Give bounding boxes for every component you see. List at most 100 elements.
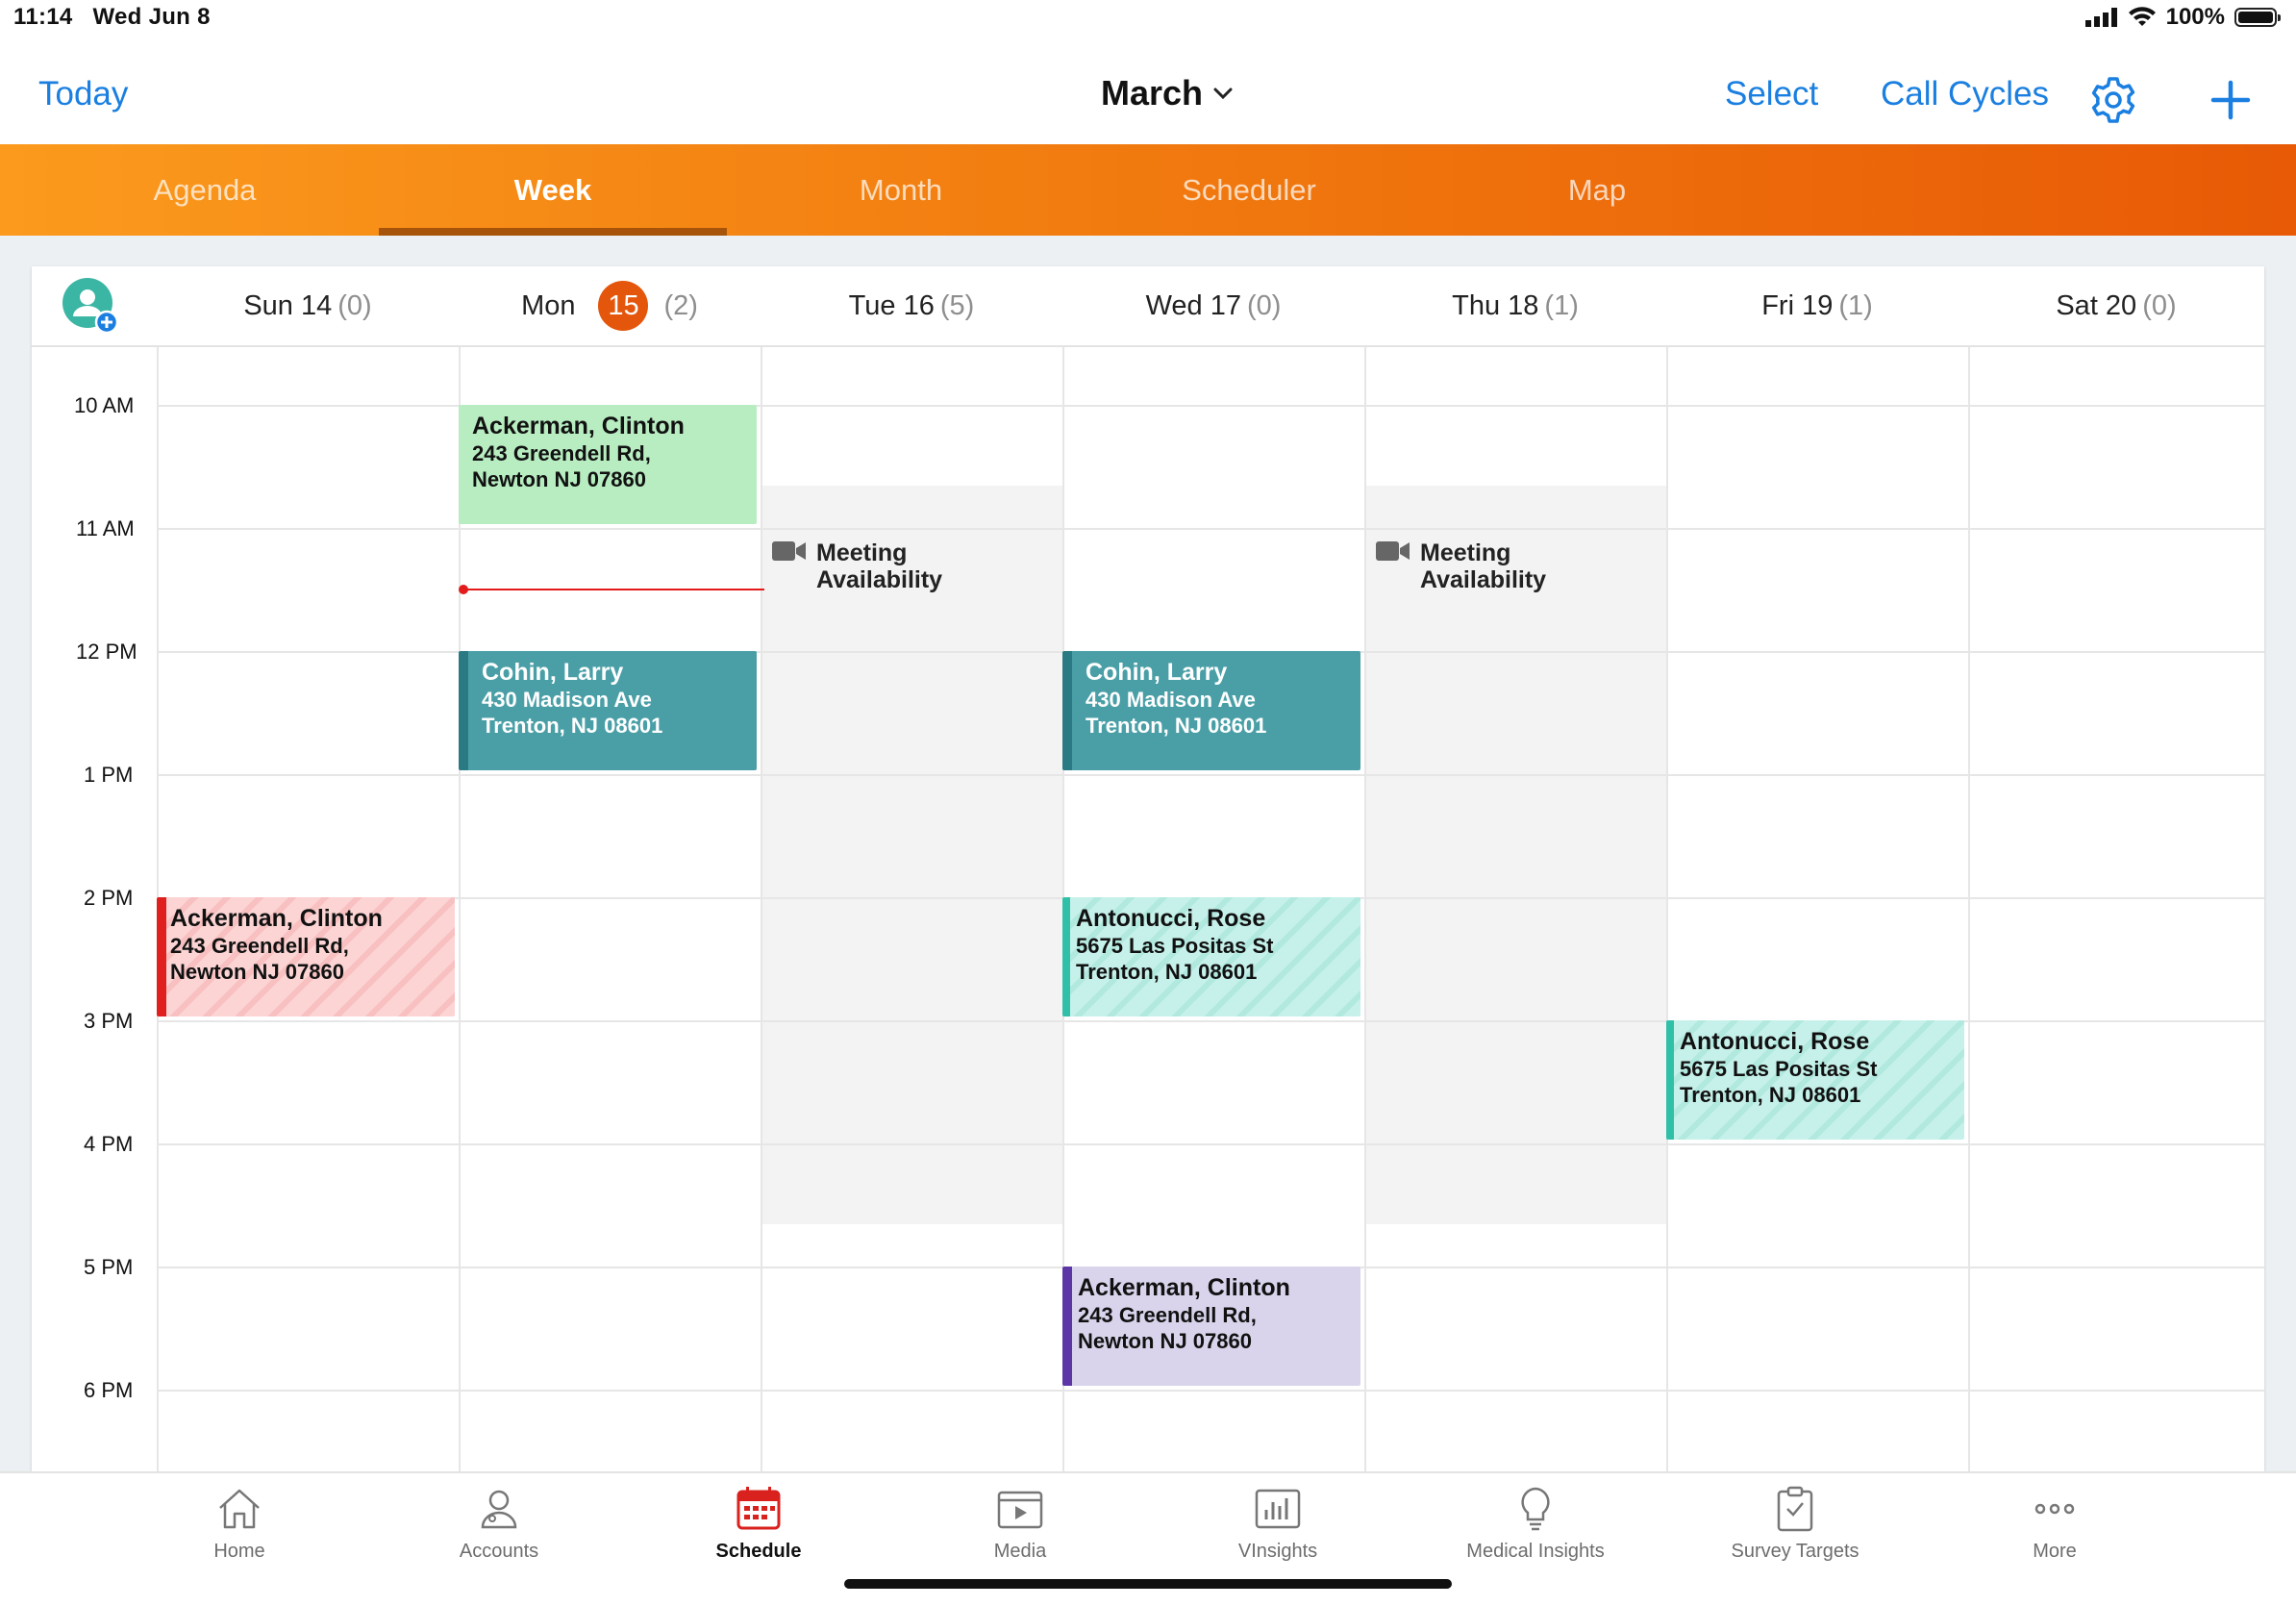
more-icon xyxy=(2034,1503,2075,1515)
bottom-tab-label: Home xyxy=(213,1541,265,1562)
event-ackerman-mon[interactable]: Ackerman, Clinton 243 Greendell Rd, Newt… xyxy=(459,405,757,524)
meeting-label: Meeting xyxy=(1420,540,1511,566)
nav-bar: Today March Select Call Cycles xyxy=(0,38,2296,144)
month-picker[interactable]: March xyxy=(1101,73,1234,113)
battery-icon xyxy=(2234,8,2281,27)
chevron-down-icon xyxy=(1213,88,1233,100)
wifi-icon xyxy=(2128,7,2156,26)
bottom-tab-schedule[interactable]: Schedule xyxy=(629,1473,888,1579)
tab-scheduler[interactable]: Scheduler xyxy=(1075,144,1423,236)
event-cohin-mon[interactable]: Cohin, Larry 430 Madison Ave Trenton, NJ… xyxy=(459,651,757,770)
event-ackerman-sun[interactable]: Ackerman, Clinton 243 Greendell Rd, Newt… xyxy=(157,897,455,1016)
time-label: 5 PM xyxy=(84,1255,134,1279)
call-cycles-button[interactable]: Call Cycles xyxy=(1881,75,2049,113)
bottom-tab-label: More xyxy=(2033,1541,2077,1562)
day-header-tue[interactable]: Tue 16 (5) xyxy=(761,266,1062,345)
day-header-fri[interactable]: Fri 19 (1) xyxy=(1666,266,1968,345)
event-name: Ackerman, Clinton xyxy=(170,905,383,932)
gear-icon[interactable] xyxy=(2086,73,2140,127)
lightbulb-icon xyxy=(1521,1487,1550,1531)
event-city: Trenton, NJ 08601 xyxy=(482,714,663,738)
day-header-sat[interactable]: Sat 20 (0) xyxy=(1968,266,2264,345)
time-label: 10 AM xyxy=(74,393,135,417)
bottom-tab-label: VInsights xyxy=(1237,1541,1318,1562)
month-title: March xyxy=(1101,73,1204,113)
bottom-tab-media[interactable]: Media xyxy=(890,1473,1150,1579)
status-right: 100% xyxy=(2084,4,2281,31)
today-button[interactable]: Today xyxy=(38,75,128,113)
bottom-tab-survey-targets[interactable]: Survey Targets xyxy=(1665,1473,1925,1579)
availability-block-tue xyxy=(761,486,1062,1224)
clipboard-icon xyxy=(1777,1486,1813,1532)
select-button[interactable]: Select xyxy=(1725,75,1818,113)
event-name: Cohin, Larry xyxy=(1086,659,1228,686)
time-label: 12 PM xyxy=(76,640,137,664)
day-header-wed[interactable]: Wed 17 (0) xyxy=(1062,266,1364,345)
status-time: 11:14 Wed Jun 8 xyxy=(13,4,211,30)
bottom-tab-home[interactable]: Home xyxy=(110,1473,369,1579)
event-city: Trenton, NJ 08601 xyxy=(1680,1083,1861,1107)
bottom-tab-more[interactable]: More xyxy=(1925,1473,2184,1579)
plus-icon[interactable] xyxy=(2204,73,2258,127)
event-address: 243 Greendell Rd, xyxy=(170,934,349,958)
calendar-icon xyxy=(736,1487,781,1530)
event-cohin-wed[interactable]: Cohin, Larry 430 Madison Ave Trenton, NJ… xyxy=(1062,651,1360,770)
event-address: 5675 Las Positas St xyxy=(1680,1057,1878,1081)
event-city: Trenton, NJ 08601 xyxy=(1076,960,1258,984)
event-city: Newton NJ 07860 xyxy=(170,960,344,984)
meeting-sublabel: Availability xyxy=(1420,566,1547,593)
event-antonucci-wed[interactable]: Antonucci, Rose 5675 Las Positas St Tren… xyxy=(1062,897,1360,1016)
time-label: 1 PM xyxy=(84,763,134,787)
day-header-sun[interactable]: Sun 14 (0) xyxy=(157,266,459,345)
hour-line xyxy=(157,774,2264,776)
event-name: Antonucci, Rose xyxy=(1680,1028,1870,1055)
column-divider xyxy=(1968,347,1970,1471)
view-tabs: Agenda Week Month Scheduler Map xyxy=(0,144,2296,236)
column-divider xyxy=(761,347,762,1471)
event-name: Ackerman, Clinton xyxy=(472,413,685,439)
event-address: 243 Greendell Rd, xyxy=(472,441,651,465)
week-view: Sun 14 (0) Mon 15 (2) Tue 16 (5) Wed 17 (0… xyxy=(0,236,2296,1471)
accounts-icon xyxy=(481,1490,517,1529)
meeting-availability-thu[interactable]: Meeting Availability xyxy=(1376,540,1546,593)
tab-week[interactable]: Week xyxy=(379,144,727,236)
bottom-tab-vinsights[interactable]: VInsights xyxy=(1148,1473,1408,1579)
day-header-thu[interactable]: Thu 18 (1) xyxy=(1364,266,1666,345)
hour-line xyxy=(157,1143,2264,1145)
bottom-tab-label: Media xyxy=(993,1541,1047,1562)
event-name: Cohin, Larry xyxy=(482,659,624,686)
tab-agenda[interactable]: Agenda xyxy=(31,144,379,236)
chart-icon xyxy=(1255,1489,1301,1529)
time-label: 4 PM xyxy=(84,1132,134,1156)
day-header-mon[interactable]: Mon 15 (2) xyxy=(459,266,761,345)
user-add-icon[interactable] xyxy=(61,276,118,334)
media-icon xyxy=(997,1491,1043,1529)
tab-map[interactable]: Map xyxy=(1423,144,1771,236)
meeting-sublabel: Availability xyxy=(816,566,943,593)
week-calendar: Sun 14 (0) Mon 15 (2) Tue 16 (5) Wed 17 (0… xyxy=(32,266,2264,1471)
event-name: Antonucci, Rose xyxy=(1076,905,1266,932)
bottom-tab-label: Medical Insights xyxy=(1466,1541,1605,1562)
event-ackerman-wed[interactable]: Ackerman, Clinton 243 Greendell Rd, Newt… xyxy=(1062,1267,1360,1386)
current-time-dot xyxy=(459,585,468,594)
bottom-tab-label: Survey Targets xyxy=(1731,1541,1859,1562)
column-divider xyxy=(1364,347,1366,1471)
event-address: 243 Greendell Rd, xyxy=(1078,1303,1257,1327)
hour-line xyxy=(157,528,2264,530)
time-grid[interactable]: 10 AM 11 AM 12 PM 1 PM 2 PM 3 PM 4 PM 5 … xyxy=(32,347,2264,1471)
event-address: 5675 Las Positas St xyxy=(1076,934,1274,958)
today-badge: 15 xyxy=(598,281,649,331)
meeting-availability-tue[interactable]: Meeting Availability xyxy=(772,540,942,593)
event-antonucci-fri[interactable]: Antonucci, Rose 5675 Las Positas St Tren… xyxy=(1666,1020,1964,1140)
hour-line xyxy=(157,1390,2264,1392)
current-time-line xyxy=(464,589,764,590)
event-city: Newton NJ 07860 xyxy=(1078,1329,1252,1353)
event-name: Ackerman, Clinton xyxy=(1078,1274,1290,1301)
meeting-label: Meeting xyxy=(816,540,908,566)
bottom-tab-medical-insights[interactable]: Medical Insights xyxy=(1406,1473,1665,1579)
bottom-tab-label: Accounts xyxy=(459,1541,539,1562)
tab-month[interactable]: Month xyxy=(727,144,1075,236)
event-city: Trenton, NJ 08601 xyxy=(1086,714,1267,738)
event-address: 430 Madison Ave xyxy=(1086,688,1256,712)
bottom-tab-accounts[interactable]: Accounts xyxy=(369,1473,629,1579)
